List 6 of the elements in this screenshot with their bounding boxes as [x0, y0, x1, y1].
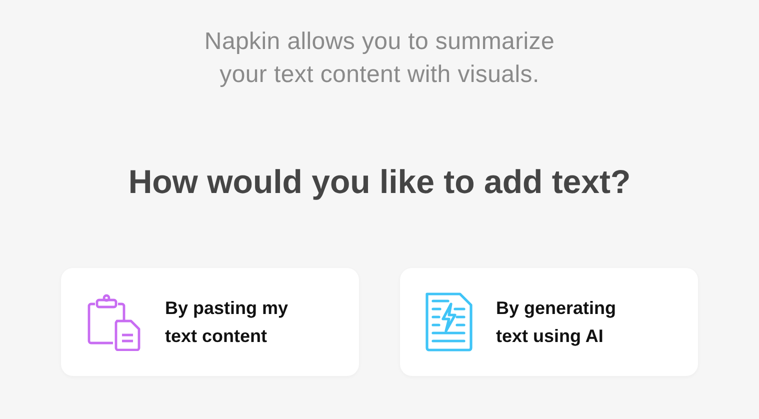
option-card[interactable]: By pasting my text content — [61, 268, 359, 376]
document-bolt-icon — [424, 292, 474, 352]
page-heading: How would you like to add text? — [128, 162, 631, 202]
option-card[interactable]: By generating text using AI — [400, 268, 698, 376]
clipboard-icon — [85, 293, 143, 351]
intro-text: Napkin allows you to summarize your text content with visuals. — [204, 27, 555, 90]
